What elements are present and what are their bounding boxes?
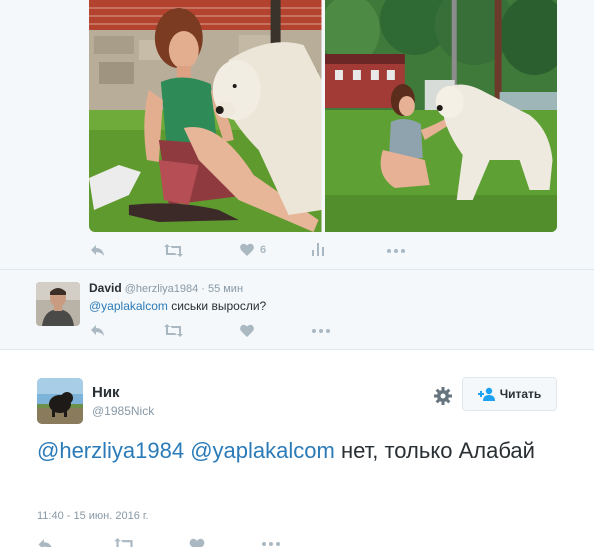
reply-icon: [38, 539, 52, 547]
retweet-icon: [114, 538, 133, 547]
photo-right[interactable]: [324, 0, 557, 232]
author-name[interactable]: Ник: [92, 384, 120, 401]
tweet-text: @herzliya1984 @yaplakalcom нет, только А…: [37, 435, 537, 467]
reply-text: @yaplakalcom сиськи выросли?: [89, 299, 266, 313]
more-icon: [262, 542, 280, 546]
more-button[interactable]: [387, 249, 405, 253]
more-icon: [312, 329, 330, 333]
follow-label: Читать: [499, 387, 542, 401]
reply-author[interactable]: David @herzliya1984 · 55 мин: [89, 281, 243, 295]
gear-button[interactable]: [432, 385, 454, 407]
reply-button[interactable]: [90, 324, 105, 337]
mention-herzliya[interactable]: @herzliya1984: [37, 438, 184, 463]
retweet-icon: [164, 324, 183, 337]
more-button[interactable]: [312, 329, 330, 333]
analytics-icon: [312, 243, 324, 256]
follow-button[interactable]: Читать: [462, 377, 557, 411]
main-tweet: Ник @1985Nick Читать @herzliya1984 @yapl…: [0, 351, 594, 547]
analytics-button[interactable]: [312, 243, 324, 256]
reply-icon: [91, 325, 104, 336]
like-button[interactable]: [240, 324, 254, 337]
reply-tweet: David @herzliya1984 · 55 мин @yaplakalcom …: [0, 270, 594, 350]
reply-mention[interactable]: @yaplakalcom: [89, 299, 168, 313]
tweet-photos: [89, 0, 557, 232]
follow-icon: [477, 387, 495, 401]
retweet-button[interactable]: [164, 244, 183, 257]
avatar[interactable]: [37, 378, 83, 424]
twitter-thread: 6 David @herzliya1984 · 55 мин @yaplakalco…: [0, 0, 594, 547]
reply-body: сиськи выросли?: [167, 299, 267, 313]
retweet-button[interactable]: [114, 538, 135, 547]
retweet-button[interactable]: [164, 324, 183, 337]
reply-author-handle: @herzliya1984: [124, 283, 199, 295]
like-button[interactable]: [189, 538, 205, 547]
heart-icon: [240, 324, 254, 337]
like-button[interactable]: 6: [240, 243, 266, 256]
photo-left[interactable]: [89, 0, 322, 232]
heart-icon: [189, 538, 205, 547]
reply-time: · 55 мин: [201, 283, 244, 295]
reply-icon: [91, 245, 104, 256]
more-button[interactable]: [262, 542, 280, 546]
retweet-icon: [164, 244, 183, 257]
gear-icon: [434, 387, 452, 405]
like-count: 6: [260, 243, 267, 256]
mention-yaplakalcom[interactable]: @yaplakalcom: [190, 438, 335, 463]
author-handle[interactable]: @1985Nick: [92, 404, 154, 418]
heart-icon: [240, 243, 254, 256]
more-icon: [387, 249, 405, 253]
avatar[interactable]: [36, 282, 80, 326]
reply-author-name: David: [89, 281, 122, 295]
timestamp[interactable]: 11:40 - 15 июн. 2016 г.: [37, 510, 149, 522]
reply-button[interactable]: [90, 244, 105, 257]
top-tweet: 6: [0, 0, 594, 270]
reply-button[interactable]: [37, 538, 54, 547]
tweet-body: нет, только Алабай: [334, 438, 535, 463]
